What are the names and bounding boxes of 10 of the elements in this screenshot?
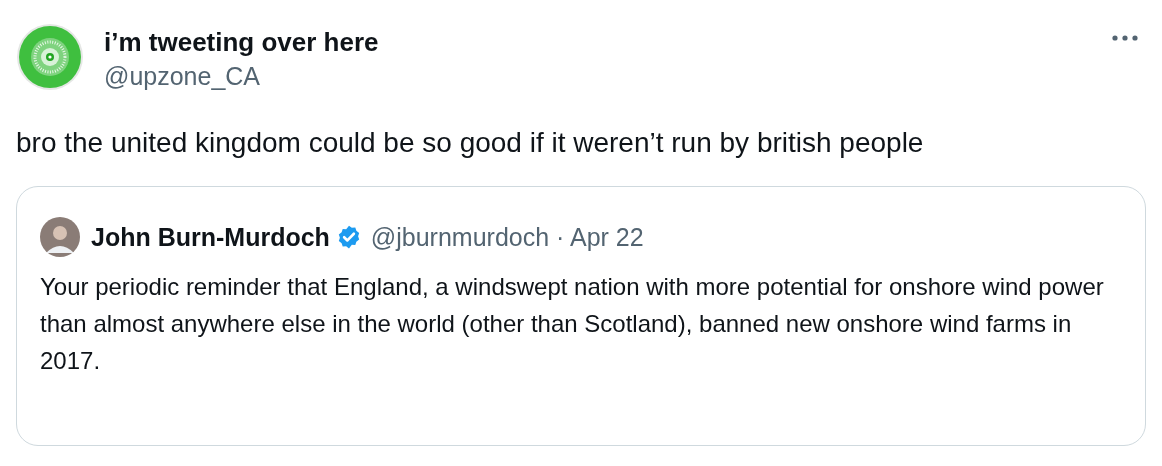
user-handle[interactable]: @jburnmurdoch: [370, 221, 550, 253]
display-name[interactable]: i’m tweeting over here: [104, 25, 379, 59]
more-icon: [1112, 35, 1138, 41]
tweet-text: bro the united kingdom could be so good if it weren’t run by british people: [16, 126, 925, 160]
tweet-date[interactable]: · Apr 22: [556, 221, 644, 253]
avatar[interactable]: [40, 217, 80, 257]
user-handle[interactable]: @upzone_CA: [104, 59, 379, 93]
quoted-tweet-card[interactable]: [16, 186, 1146, 446]
quoted-tweet-text: Your periodic reminder that England, a windswept nation with more potential for onshore wind power than almost anywhere else in the world (other than Scotland), banned new onshore wind farms in 2017.: [40, 272, 1105, 376]
display-name[interactable]: John Burn-Murdoch: [91, 221, 330, 253]
